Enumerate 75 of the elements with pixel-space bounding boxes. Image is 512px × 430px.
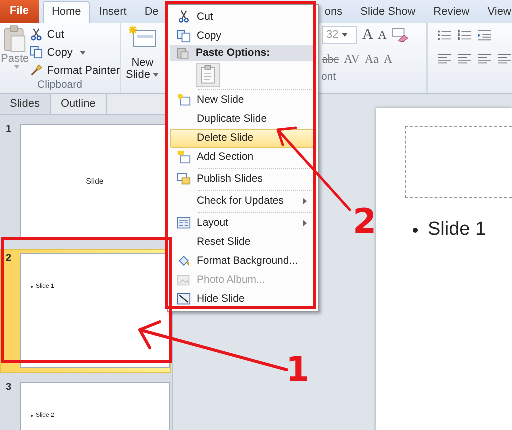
publish-icon: [177, 172, 191, 186]
menu-item[interactable]: Copy: [170, 26, 316, 45]
font-format-button[interactable]: Aa: [364, 52, 379, 66]
menu-item[interactable]: Delete Slide: [170, 128, 316, 148]
paste-option-icon[interactable]: [196, 62, 220, 87]
copy-icon: [177, 28, 191, 42]
caret-icon: [14, 65, 20, 69]
align-icon[interactable]: [497, 52, 512, 66]
layout-icon: [177, 216, 191, 230]
scissors-icon: [30, 28, 44, 41]
indent-icon[interactable]: [477, 28, 492, 42]
font-format-button[interactable]: AV: [344, 52, 360, 66]
ribbon-tab[interactable]: View: [478, 1, 512, 23]
new-slide-button[interactable]: New Slide: [123, 23, 162, 93]
menu-item[interactable]: Duplicate Slide: [170, 110, 316, 129]
align-icon[interactable]: [437, 52, 452, 66]
section-icon: [177, 150, 191, 164]
menu-item[interactable]: Layout: [170, 214, 316, 233]
title-placeholder[interactable]: [405, 126, 512, 198]
photo-icon: [177, 273, 191, 288]
brush-icon: [30, 64, 44, 77]
font-format-button[interactable]: A: [384, 52, 393, 66]
numbering-icon[interactable]: [457, 28, 472, 42]
menu-item[interactable]: Check for Updates: [170, 192, 316, 211]
font-format-button[interactable]: abc: [322, 52, 340, 66]
pane-tab[interactable]: Outline: [50, 94, 107, 114]
ribbon-tab[interactable]: Slide Show: [352, 1, 425, 23]
menu-item[interactable]: Cut: [170, 7, 316, 26]
group-label: ont: [320, 71, 338, 85]
pane-tab[interactable]: Slides: [0, 94, 51, 114]
caret-icon: [153, 73, 160, 77]
callout-number: 2: [353, 204, 377, 240]
clipboard-icon: [3, 25, 28, 53]
submenu-arrow-icon: [303, 198, 307, 205]
caret-icon: [80, 50, 86, 54]
callout-number: 1: [286, 352, 310, 388]
ribbon-tab[interactable]: ons: [316, 1, 352, 23]
paint-bucket-icon: [177, 254, 191, 268]
slide-thumbnail-row[interactable]: 1 Slide: [0, 120, 171, 244]
slide-number: 1: [5, 124, 13, 137]
slide-number: 3: [5, 382, 13, 395]
menu-header: Paste Options:: [170, 45, 316, 62]
scissors-icon: [177, 10, 191, 24]
clipboard-command[interactable]: Cut: [30, 27, 120, 42]
ribbon-tab[interactable]: De: [136, 1, 168, 23]
align-icon[interactable]: [457, 52, 472, 66]
caret-icon: [342, 33, 348, 37]
copy-icon: [30, 46, 44, 59]
bullet-icon: [413, 228, 418, 232]
align-icon[interactable]: [477, 52, 492, 66]
clipboard-command[interactable]: Copy: [30, 45, 120, 60]
menu-item[interactable]: Hide Slide: [170, 290, 316, 309]
hide-slide-icon: [177, 292, 191, 306]
menu-item[interactable]: Reset Slide: [170, 232, 316, 252]
new-slide-icon: [177, 93, 191, 108]
slide-number: 2: [5, 253, 13, 266]
ribbon-tab[interactable]: Review: [424, 1, 479, 23]
clear-formatting-icon[interactable]: [392, 28, 409, 42]
submenu-arrow-icon: [303, 220, 307, 227]
new-slide-icon: [128, 25, 158, 49]
menu-item[interactable]: Format Background...: [170, 252, 316, 271]
thumbnail-title: Slide: [86, 177, 104, 186]
ribbon-tab[interactable]: Home: [42, 1, 90, 23]
shrink-font-button[interactable]: A: [378, 28, 387, 42]
ribbon-tab[interactable]: File: [0, 0, 39, 23]
ribbon-tab[interactable]: Insert: [90, 1, 136, 23]
bullets-icon[interactable]: [437, 28, 452, 42]
menu-item[interactable]: Add Section: [170, 148, 316, 167]
group-label: Clipboard: [36, 79, 84, 93]
menu-item[interactable]: New Slide: [170, 90, 316, 110]
grow-font-button[interactable]: A: [362, 26, 374, 44]
slide-text: Slide 1: [428, 219, 486, 241]
menu-item[interactable]: Publish Slides: [170, 170, 316, 189]
clipboard-command[interactable]: Format Painter: [30, 63, 120, 78]
clipboard-icon: [176, 46, 190, 60]
